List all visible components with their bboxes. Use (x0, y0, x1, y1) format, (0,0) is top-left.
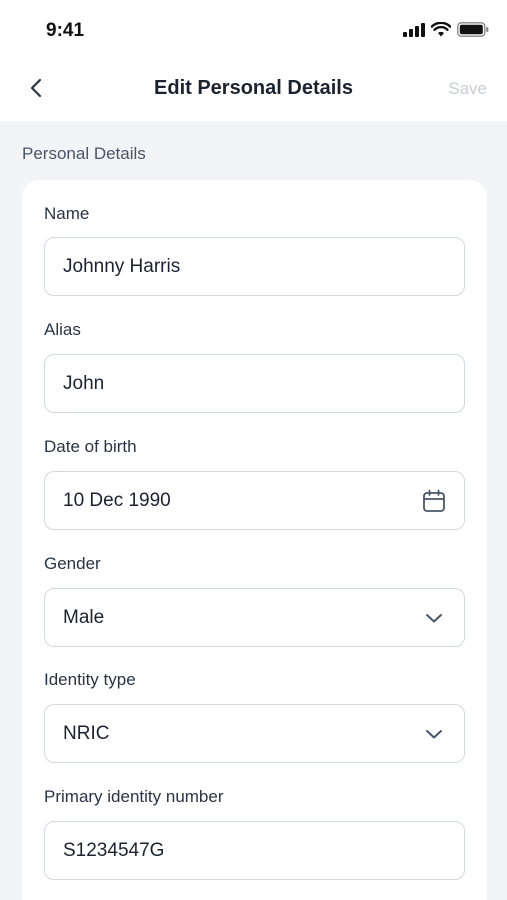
alias-field[interactable]: John (44, 354, 465, 413)
header: 9:41 Edit Personal Details Save (0, 0, 507, 121)
section-label: Personal Details (22, 144, 146, 163)
battery-icon (457, 22, 489, 42)
alias-label: Alias (44, 320, 81, 339)
name-field[interactable]: Johnny Harris (44, 237, 465, 296)
identity-type-value: NRIC (63, 722, 110, 744)
save-button[interactable]: Save (448, 79, 487, 99)
wifi-icon (430, 21, 452, 42)
dob-field[interactable]: 10 Dec 1990 (44, 471, 465, 530)
chevron-down-icon (422, 606, 446, 630)
chevron-down-icon (422, 722, 446, 746)
identity-type-label: Identity type (44, 670, 136, 689)
calendar-icon[interactable] (422, 489, 446, 513)
identity-number-label: Primary identity number (44, 787, 224, 806)
identity-number-field[interactable]: S1234547G (44, 821, 465, 880)
name-label: Name (44, 204, 90, 223)
nav-bar: Edit Personal Details Save (0, 60, 507, 121)
signal-icon (403, 22, 425, 42)
gender-value: Male (63, 606, 105, 628)
page-title: Edit Personal Details (154, 77, 353, 99)
dob-value: 10 Dec 1990 (63, 489, 171, 511)
identity-type-select[interactable]: NRIC (44, 704, 465, 763)
personal-details-card: Name Johnny Harris Alias John Date of bi… (22, 180, 487, 900)
status-bar: 9:41 (0, 0, 507, 60)
gender-label: Gender (44, 554, 101, 573)
status-icons (403, 21, 489, 42)
gender-select[interactable]: Male (44, 588, 465, 647)
identity-number-value: S1234547G (63, 839, 165, 861)
dob-label: Date of birth (44, 437, 137, 456)
alias-value: John (63, 372, 105, 394)
name-value: Johnny Harris (63, 255, 181, 277)
status-time: 9:41 (46, 20, 85, 41)
